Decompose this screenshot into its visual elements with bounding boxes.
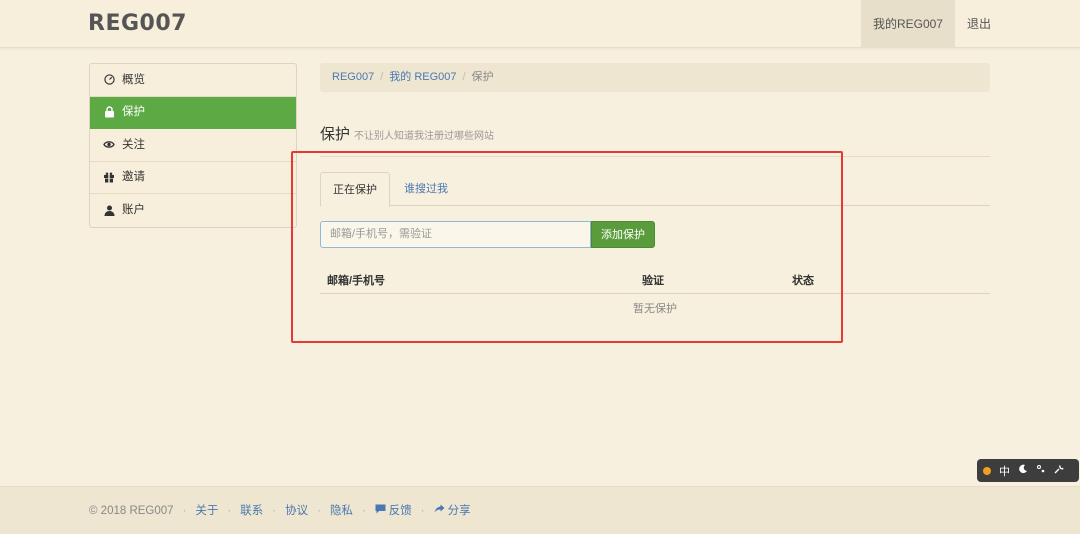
tab-protecting[interactable]: 正在保护 [320, 172, 390, 207]
email-phone-input[interactable]: 邮箱/手机号，需验证 [320, 221, 591, 248]
footer-link-terms[interactable]: 协议 [285, 505, 308, 517]
breadcrumb-current: 保护 [471, 71, 494, 83]
floating-toolbar: 中 [977, 459, 1079, 482]
my-account-link[interactable]: 我的REG007 [860, 0, 955, 48]
sidebar-item-follow[interactable]: 关注 [90, 129, 296, 162]
breadcrumb-home[interactable]: REG007 [332, 71, 374, 83]
table-header: 邮箱/手机号 验证 状态 [320, 264, 990, 294]
breadcrumb-separator: / [380, 71, 384, 83]
footer-separator: · [317, 505, 321, 518]
eye-icon [102, 138, 116, 152]
footer-separator: · [361, 505, 366, 518]
page-subtitle: 不让别人知道我注册过哪些网站 [354, 131, 495, 142]
tab-who-searched-me[interactable]: 谁搜过我 [392, 172, 460, 206]
empty-state: 暂无保护 [633, 303, 677, 315]
sidebar-item-account[interactable]: 账户 [90, 194, 296, 227]
dashboard-icon [102, 73, 116, 87]
share-icon [434, 487, 445, 534]
add-protection-button[interactable]: 添加保护 [591, 221, 655, 248]
breadcrumb: REG007 / 我的 REG007 / 保护 [320, 63, 990, 92]
protection-table: 邮箱/手机号 验证 状态 暂无保护 [320, 264, 990, 324]
footer-link-share[interactable]: 分享 [434, 504, 471, 518]
footer-separator: · [182, 505, 187, 518]
add-protection-form: 邮箱/手机号，需验证 添加保护 [320, 221, 655, 248]
nav-right: 我的REG007 退出 [860, 0, 1080, 48]
sidebar-item-label: 保护 [122, 106, 145, 119]
column-header-verify: 验证 [642, 275, 664, 287]
sidebar-item-label: 关注 [122, 138, 145, 151]
footer-link-contact[interactable]: 联系 [240, 505, 263, 517]
footer-link-label: 分享 [447, 505, 471, 518]
status-dot-icon[interactable] [983, 466, 991, 475]
lock-icon [102, 105, 116, 119]
sidebar-item-label: 账户 [122, 204, 145, 217]
breadcrumb-mine[interactable]: 我的 REG007 [389, 71, 456, 83]
footer-separator: · [420, 505, 425, 518]
comment-icon [375, 487, 386, 534]
footer-link-label: 反馈 [388, 505, 412, 518]
gift-icon [102, 170, 116, 184]
footer-copyright: © 2018 REG007 [89, 505, 174, 518]
footer-link-feedback[interactable]: 反馈 [375, 504, 412, 518]
sidebar-item-label: 邀请 [122, 171, 145, 184]
language-toggle[interactable]: 中 [999, 463, 1010, 479]
footer-link-privacy[interactable]: 隐私 [330, 505, 353, 517]
sidebar-item-overview[interactable]: 概览 [90, 64, 296, 97]
punctuation-icon[interactable] [1036, 464, 1046, 477]
breadcrumb-separator: / [462, 71, 466, 83]
column-header-status: 状态 [792, 275, 814, 287]
footer-separator: · [227, 505, 232, 518]
sidebar-item-invite[interactable]: 邀请 [90, 162, 296, 194]
sidebar-item-label: 概览 [122, 73, 145, 86]
tab-bar: 正在保护 谁搜过我 [320, 172, 990, 207]
brand-logo[interactable]: REG007 [88, 11, 187, 36]
user-icon [102, 203, 116, 217]
logout-link[interactable]: 退出 [955, 0, 1080, 48]
footer: © 2018 REG007 · 关于 · 联系 · 协议 · 隐私 · 反馈 · 分享 [0, 486, 1080, 534]
column-header-account: 邮箱/手机号 [327, 275, 386, 287]
page-title: 保护 [320, 126, 351, 143]
sidebar: 概览 保护 关注 邀请 账户 [89, 63, 297, 228]
moon-icon[interactable] [1018, 464, 1028, 477]
sidebar-item-protect[interactable]: 保护 [90, 96, 296, 129]
wrench-icon[interactable] [1054, 464, 1064, 477]
page-header: 保护 不让别人知道我注册过哪些网站 [320, 123, 990, 157]
footer-separator: · [272, 505, 277, 518]
footer-link-about[interactable]: 关于 [195, 505, 218, 517]
top-navbar: REG007 我的REG007 退出 [0, 0, 1080, 48]
